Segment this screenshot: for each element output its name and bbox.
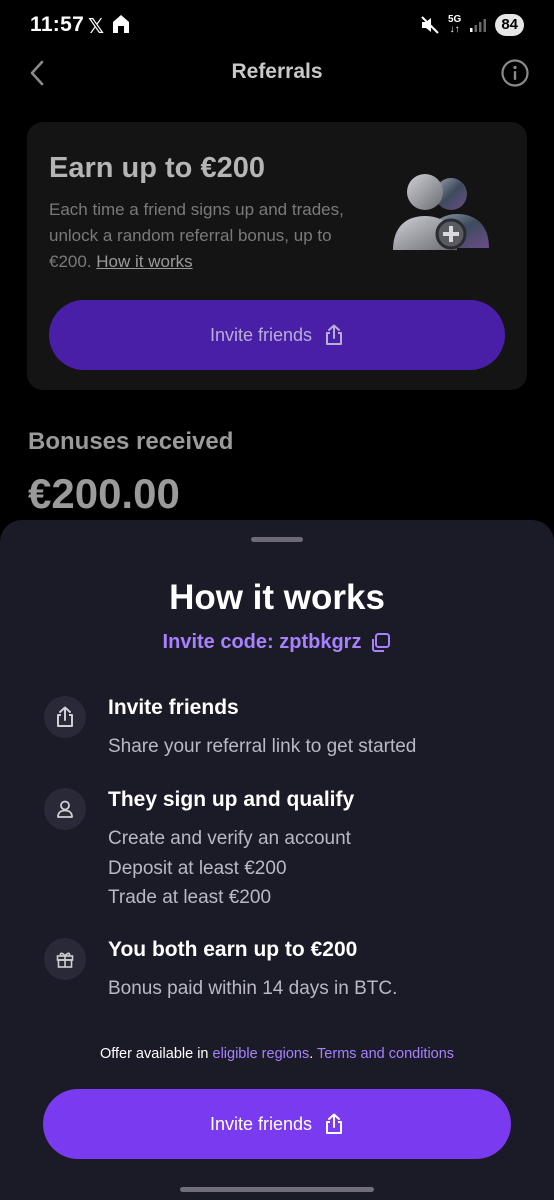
- step-title: They sign up and qualify: [108, 788, 355, 811]
- copy-icon[interactable]: [369, 632, 391, 654]
- sheet-drag-handle[interactable]: [251, 537, 303, 542]
- share-icon: [326, 1113, 343, 1134]
- gift-icon: [44, 938, 86, 980]
- promo-description: Each time a friend signs up and trades, …: [49, 200, 344, 271]
- add-friend-illustration: [393, 174, 489, 250]
- step-title: Invite friends: [108, 696, 239, 719]
- network-5g-icon: 5G ↓↑: [447, 14, 462, 35]
- user-icon: [44, 788, 86, 830]
- status-time: 11:57: [30, 13, 85, 36]
- step-description: Create and verify an account Deposit at …: [108, 828, 351, 908]
- home-app-icon: [113, 15, 129, 33]
- invite-code-text: Invite code: zptbkgrz: [162, 631, 362, 653]
- invite-code[interactable]: Invite code: zptbkgrz: [0, 631, 554, 654]
- page-title: Referrals: [231, 60, 323, 83]
- sheet-title: How it works: [169, 578, 385, 617]
- mute-icon: [421, 16, 439, 34]
- invite-friends-label: Invite friends: [209, 1113, 313, 1134]
- how-it-works-sheet: How it works Invite code: zptbkgrz Invit…: [0, 520, 554, 1200]
- invite-friends-label: Invite friends: [209, 324, 313, 345]
- status-bar: 11:57 𝕏 5G ↓↑ 84: [0, 0, 554, 52]
- home-indicator[interactable]: [180, 1187, 374, 1192]
- x-app-icon: 𝕏: [88, 16, 105, 38]
- offer-disclaimer: Offer available in eligible regions. Ter…: [99, 1046, 455, 1062]
- invite-friends-button[interactable]: Invite friends: [43, 1089, 511, 1159]
- promo-title: Earn up to €200: [49, 152, 265, 184]
- info-icon[interactable]: [500, 58, 530, 88]
- step-description: Share your referral link to get started: [108, 736, 417, 757]
- signal-icon: [470, 19, 487, 32]
- share-icon: [44, 696, 86, 738]
- terms-and-conditions-link[interactable]: Terms and conditions: [317, 1046, 454, 1062]
- invite-friends-button-card[interactable]: Invite friends: [49, 300, 505, 370]
- battery-indicator: 84: [495, 14, 524, 36]
- referral-promo-card: Earn up to €200 Each time a friend signs…: [27, 122, 527, 390]
- share-icon: [326, 324, 343, 345]
- nav-header: Referrals: [0, 52, 554, 94]
- how-it-works-link[interactable]: How it works: [96, 252, 192, 271]
- bonuses-received-label: Bonuses received: [28, 428, 234, 455]
- step-description: Bonus paid within 14 days in BTC.: [108, 978, 398, 999]
- eligible-regions-link[interactable]: eligible regions: [213, 1046, 310, 1062]
- bonuses-received-value: €200.00: [28, 470, 180, 517]
- step-title: You both earn up to €200: [108, 938, 358, 961]
